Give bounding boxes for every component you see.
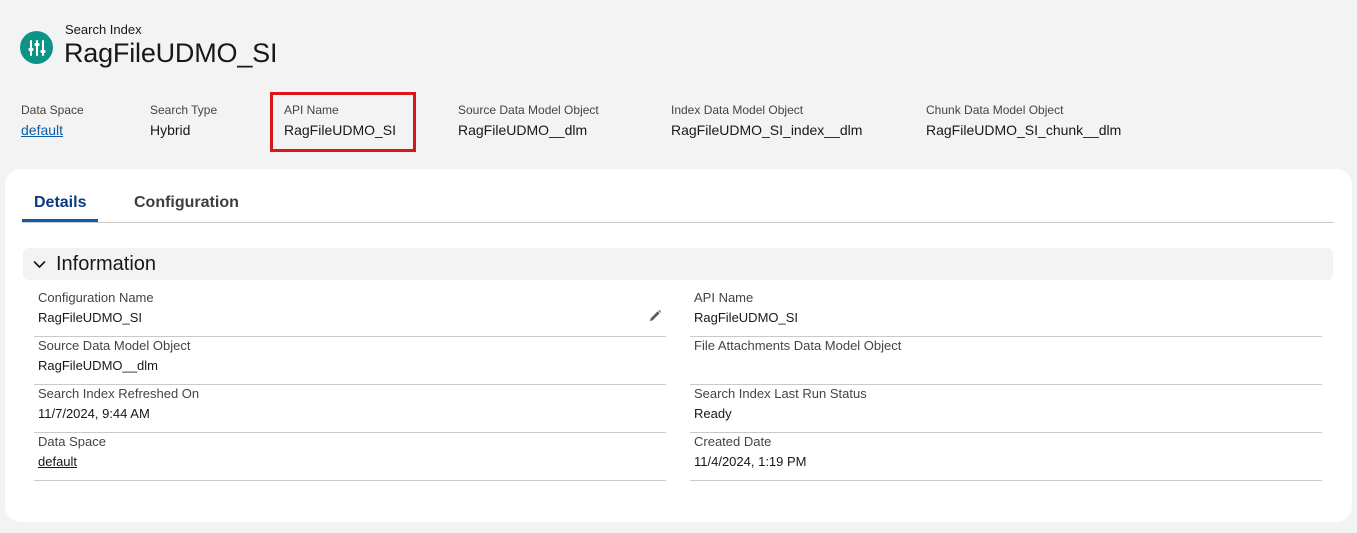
highlight-label: Chunk Data Model Object (926, 103, 1064, 117)
details-card: Details Configuration Information Config… (5, 169, 1352, 522)
field-label: API Name (694, 290, 754, 305)
page-title: RagFileUDMO_SI (64, 38, 278, 68)
highlight-label: Search Type (150, 103, 218, 117)
highlight-value: RagFileUDMO_SI_chunk__dlm (926, 122, 1122, 138)
field-refreshed-on: Search Index Refreshed On 11/7/2024, 9:4… (34, 385, 666, 433)
field-label: Created Date (694, 434, 772, 449)
data-space-link[interactable]: default (21, 122, 84, 138)
highlight-data-space: Data Space default (21, 103, 84, 138)
highlight-label: Data Space (21, 103, 84, 117)
field-label: Configuration Name (38, 290, 154, 305)
field-created-date: Created Date 11/4/2024, 1:19 PM (690, 433, 1322, 481)
pencil-icon[interactable] (648, 309, 662, 323)
chevron-down-icon (33, 261, 46, 268)
field-last-run-status: Search Index Last Run Status Ready (690, 385, 1322, 433)
tab-details[interactable]: Details (34, 194, 86, 212)
field-label: Search Index Last Run Status (694, 386, 867, 401)
data-space-link[interactable]: default (38, 454, 77, 469)
field-value: RagFileUDMO__dlm (38, 358, 158, 373)
highlight-value: Hybrid (150, 122, 191, 138)
field-value: 11/7/2024, 9:44 AM (38, 406, 150, 421)
highlight-label: Index Data Model Object (671, 103, 804, 117)
highlight-value: RagFileUDMO__dlm (458, 122, 588, 138)
section-title: Information (56, 253, 157, 275)
annotation-highlight-box (270, 92, 416, 152)
tab-bar: Details Configuration (22, 169, 1334, 223)
field-data-space: Data Space default (34, 433, 666, 481)
highlight-search-type: Search Type Hybrid (150, 103, 217, 138)
field-label: Search Index Refreshed On (38, 386, 200, 401)
field-label: File Attachments Data Model Object (694, 338, 902, 353)
highlight-index-dmo: Index Data Model Object RagFileUDMO_SI_i… (671, 103, 862, 138)
field-value: 11/4/2024, 1:19 PM (694, 454, 807, 469)
field-value: RagFileUDMO_SI (38, 310, 143, 325)
tab-configuration[interactable]: Configuration (134, 194, 239, 212)
field-label: Source Data Model Object (38, 338, 191, 353)
field-value: Ready (694, 406, 732, 421)
highlight-value: RagFileUDMO_SI_index__dlm (671, 122, 863, 138)
field-api-name: API Name RagFileUDMO_SI (690, 289, 1322, 337)
highlight-chunk-dmo: Chunk Data Model Object RagFileUDMO_SI_c… (926, 103, 1121, 138)
highlight-label: Source Data Model Object (458, 103, 599, 117)
active-tab-indicator (22, 219, 98, 222)
sliders-icon (20, 31, 53, 64)
record-header: Search Index RagFileUDMO_SI Data Space d… (0, 0, 1357, 170)
field-label: Data Space (38, 434, 106, 449)
object-type-label: Search Index (65, 22, 142, 37)
highlight-source-dmo: Source Data Model Object RagFileUDMO__dl… (458, 103, 599, 138)
field-file-attachments-dmo: File Attachments Data Model Object (690, 337, 1322, 385)
field-configuration-name: Configuration Name RagFileUDMO_SI (34, 289, 666, 337)
field-value: RagFileUDMO_SI (694, 310, 799, 325)
field-source-dmo: Source Data Model Object RagFileUDMO__dl… (34, 337, 666, 385)
section-header-information[interactable]: Information (23, 248, 1333, 280)
